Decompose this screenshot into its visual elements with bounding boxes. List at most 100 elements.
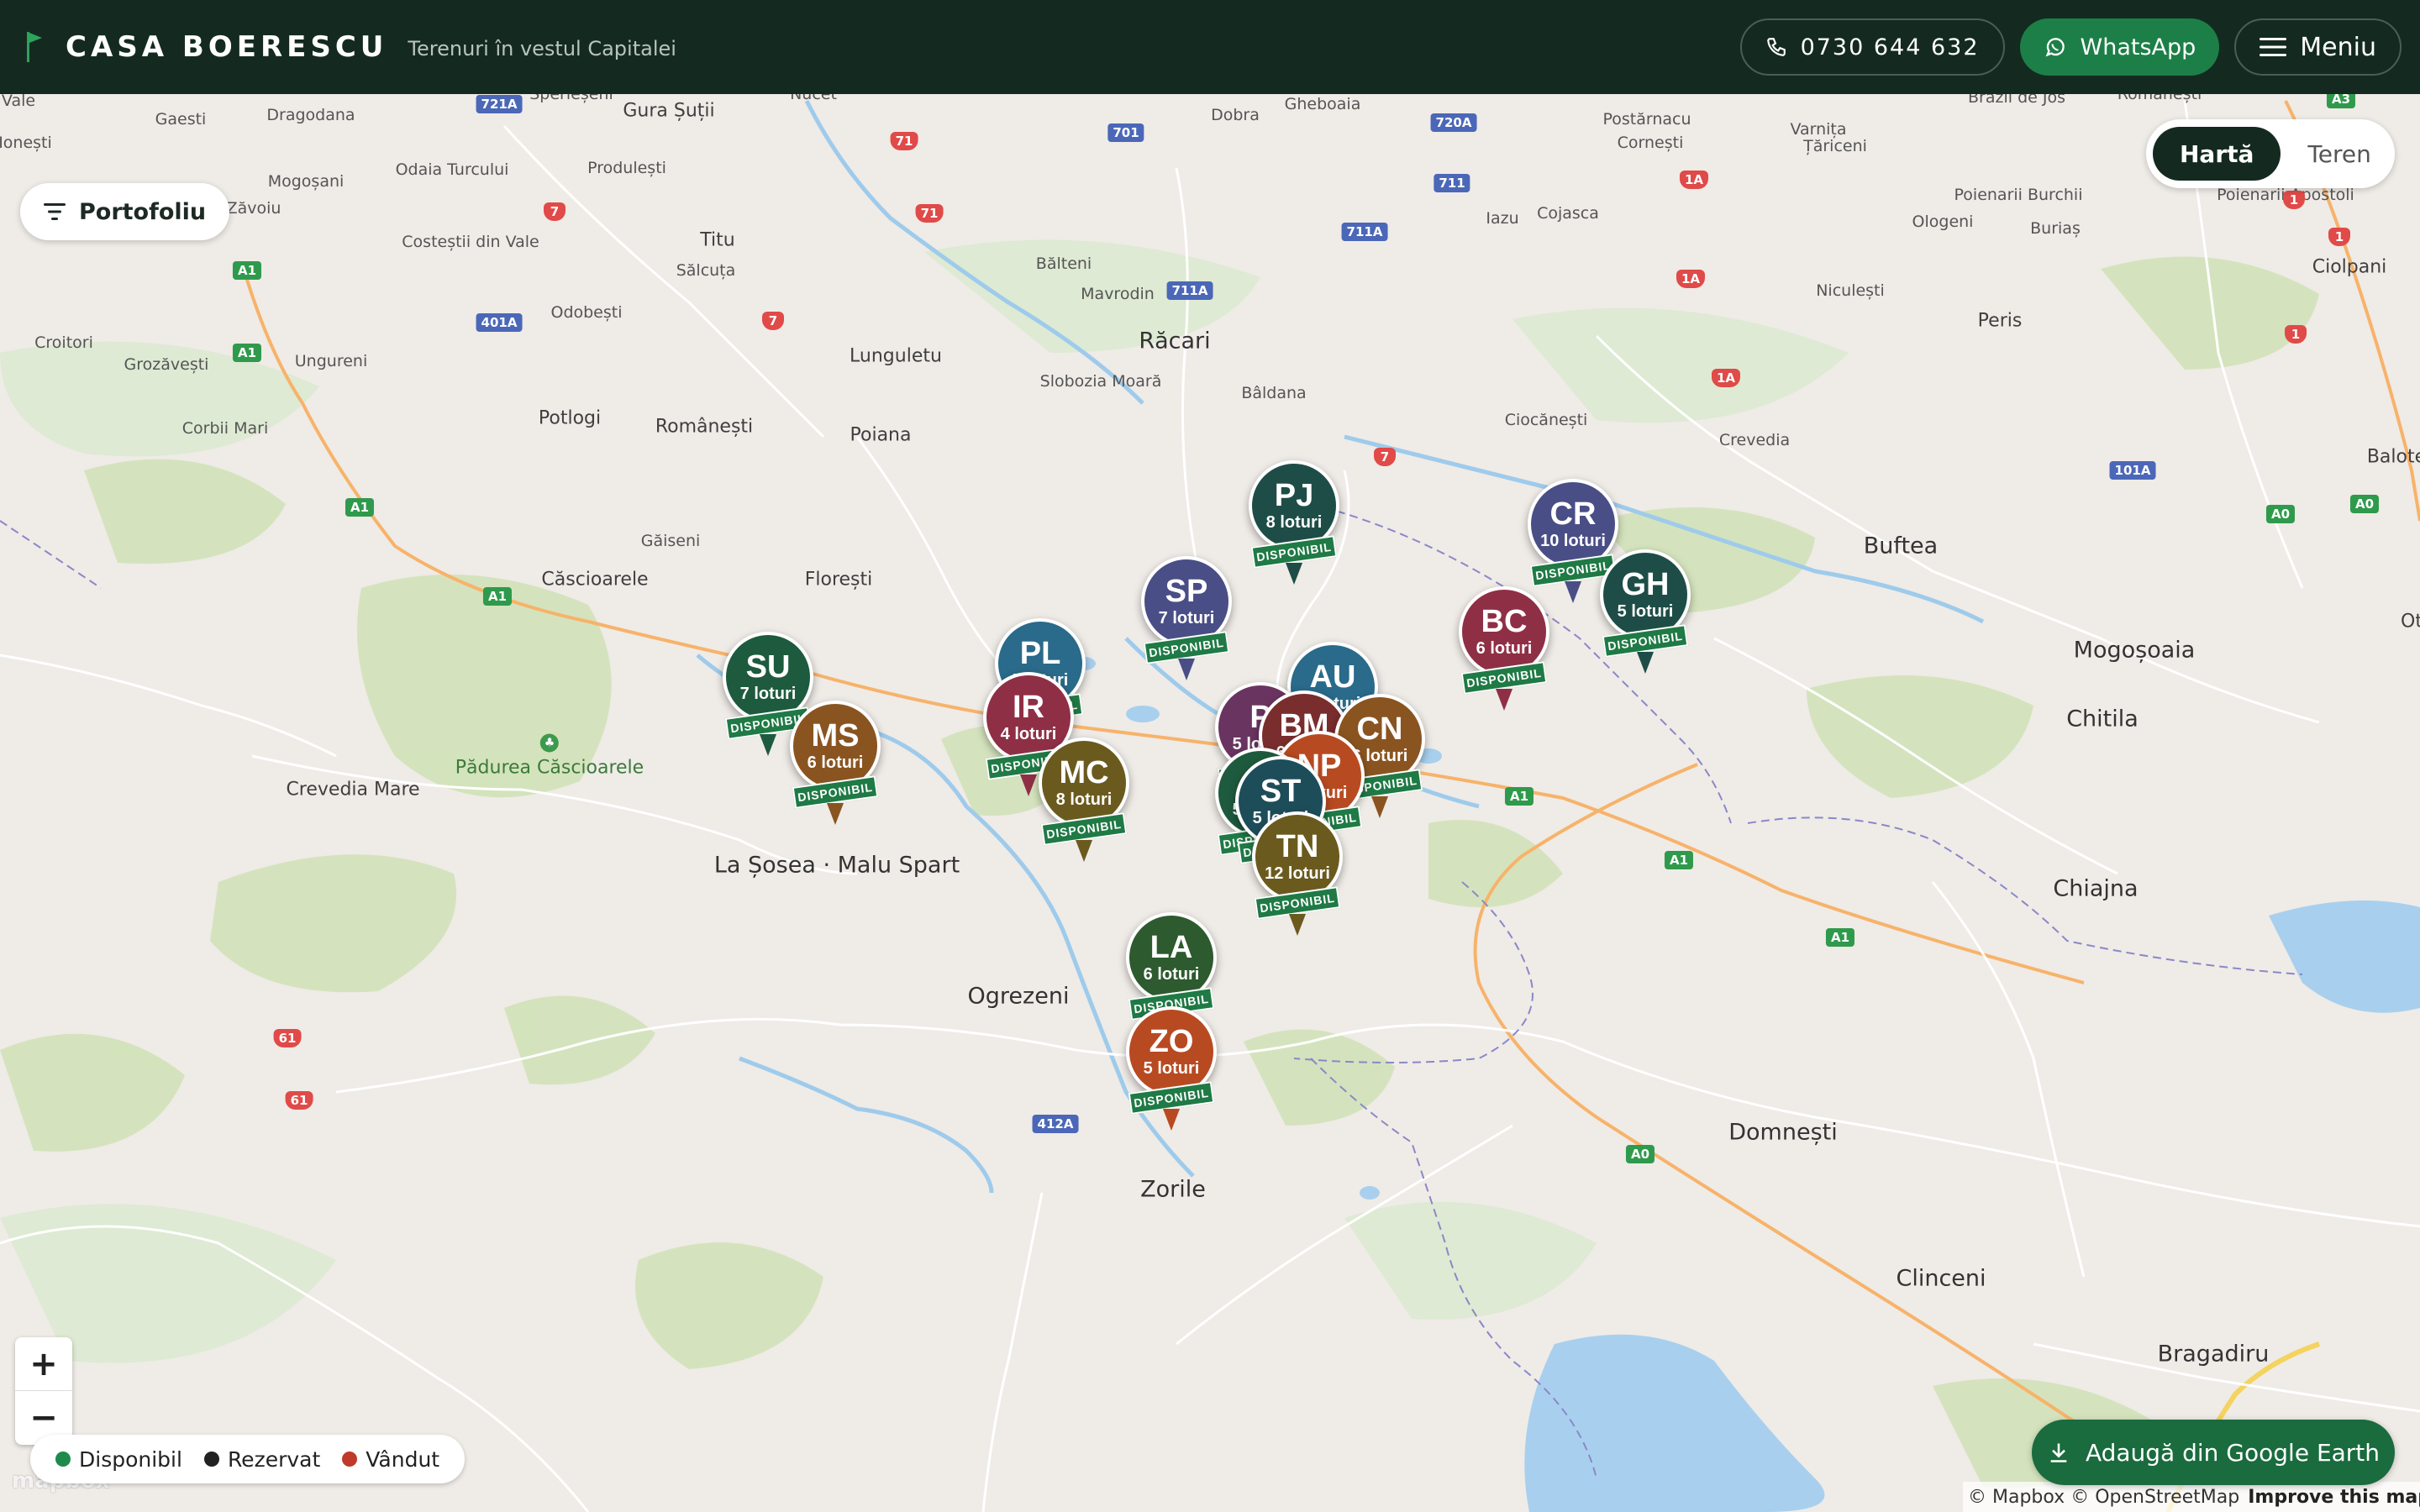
improve-map-link[interactable]: Improve this map <box>2248 1487 2420 1508</box>
osm-attribution[interactable]: © OpenStreetMap <box>2070 1487 2239 1508</box>
place-label: Odaia Turcului <box>395 160 509 179</box>
legend-item-sold: Vândut <box>342 1447 439 1472</box>
marker-code: TN <box>1276 829 1319 864</box>
place-label: Corbii Mari <box>182 419 269 438</box>
portfolio-button[interactable]: Portofoliu <box>20 183 230 240</box>
legend-label-reserved: Rezervat <box>227 1446 321 1472</box>
flag-icon <box>27 32 42 62</box>
brand-tagline: Terenuri în vestul Capitalei <box>408 37 676 60</box>
place-label: Dobra <box>1211 106 1260 124</box>
brand-name[interactable]: CASA BOERESCU <box>66 30 387 64</box>
place-label: Dragodana <box>266 106 355 124</box>
marker-code: AU <box>1309 659 1356 695</box>
lot-marker-tn[interactable]: TN 12 loturi DISPONIBIL <box>1247 811 1348 946</box>
place-label: Domnești <box>1728 1119 1838 1146</box>
legend-dot-available <box>55 1452 71 1467</box>
road-shield: 401A <box>476 313 523 332</box>
place-label: Peris <box>1977 310 2023 332</box>
whatsapp-label: WhatsApp <box>2080 34 2196 60</box>
menu-button[interactable]: Meniu <box>2234 18 2402 76</box>
place-label: Produlești <box>587 159 666 177</box>
road-shield: A1 <box>232 261 262 280</box>
place-label: Clinceni <box>1896 1265 1986 1292</box>
place-label: Chiajna <box>2053 875 2139 902</box>
marker-pin <box>1496 689 1512 711</box>
place-label: Costeștii din Vale <box>402 233 539 251</box>
lot-marker-bc[interactable]: BC 6 loturi DISPONIBIL <box>1454 586 1555 721</box>
marker-code: MS <box>811 718 860 753</box>
map-attribution: © Mapbox © OpenStreetMap Improve this ma… <box>1963 1482 2420 1512</box>
road-shield: 1 <box>2285 325 2307 344</box>
road-shield: 711A <box>1166 281 1213 300</box>
view-toggle[interactable]: Hartă Teren <box>2146 119 2395 188</box>
road-shield: A1 <box>345 498 375 517</box>
place-label: Titu <box>700 229 735 251</box>
place-label: Ologeni <box>1912 213 1974 231</box>
marker-code: ZO <box>1149 1024 1194 1059</box>
place-label: Cornești <box>1617 134 1684 152</box>
place-label: Ogrezeni <box>967 983 1070 1010</box>
road-shield: 701 <box>1107 123 1144 142</box>
place-label: Mogoșoaia <box>2073 637 2196 664</box>
place-label: Răcari <box>1139 328 1211 354</box>
legend-dot-reserved <box>203 1452 219 1467</box>
place-label: Românești <box>655 416 754 438</box>
legend-item-available: Disponibil <box>55 1447 182 1472</box>
place-label: Zorile <box>1140 1176 1206 1203</box>
lot-marker-pj[interactable]: PJ 8 loturi DISPONIBIL <box>1244 460 1344 595</box>
zoom-in-button[interactable]: + <box>15 1337 72 1391</box>
place-label: Gheboaia <box>1284 95 1361 113</box>
road-shield: 721A <box>476 95 523 113</box>
park-icon: ♣ <box>540 733 559 753</box>
place-label: Buriaș <box>2030 219 2081 238</box>
place-label: Ot <box>2401 611 2420 633</box>
road-shield: A1 <box>1504 787 1534 806</box>
view-land-option[interactable]: Teren <box>2281 127 2397 181</box>
place-label: Țăriceni <box>1803 137 1867 155</box>
place-label: Cojasca <box>1537 204 1599 223</box>
lot-marker-ms[interactable]: MS 6 loturi DISPONIBIL <box>785 701 886 835</box>
phone-button[interactable]: 0730 644 632 <box>1739 18 2005 76</box>
road-shield: A1 <box>232 344 262 362</box>
road-shield: 101A <box>2109 461 2156 480</box>
place-label: Sălcuța <box>676 261 736 280</box>
place-label: Ionești <box>0 134 52 152</box>
marker-lots: 12 loturi <box>1265 864 1330 883</box>
marker-lots: 5 loturi <box>1143 1059 1200 1078</box>
map-canvas[interactable]: Vale Gaesti Dragodana Sperieșeni Gura Șuții N… <box>0 94 2420 1512</box>
marker-lots: 6 loturi <box>1476 639 1533 658</box>
road-shield: 1A <box>1676 270 1706 288</box>
mapbox-attribution[interactable]: © Mapbox <box>1968 1487 2065 1508</box>
place-label: Gura Șuții <box>623 100 715 122</box>
place-label: Potlogi <box>538 407 602 429</box>
lot-marker-mc[interactable]: MC 8 loturi DISPONIBIL <box>1034 738 1134 872</box>
place-label: Florești <box>804 569 873 591</box>
place-label: Niculești <box>1816 281 1885 300</box>
place-label: Sperieșeni <box>529 94 613 103</box>
place-label: Iazu <box>1486 209 1519 228</box>
marker-code: MC <box>1059 755 1109 790</box>
road-shield: 7 <box>762 312 784 330</box>
road-shield: 1A <box>1711 369 1741 387</box>
marker-pin <box>1076 840 1092 862</box>
lot-marker-gh[interactable]: GH 5 loturi DISPONIBIL <box>1595 549 1696 684</box>
place-label: Bălteni <box>1035 255 1092 273</box>
place-label: Crevedia Mare <box>286 779 420 801</box>
road-shield: 720A <box>1430 113 1477 132</box>
view-map-option[interactable]: Hartă <box>2153 127 2281 181</box>
add-google-earth-button[interactable]: Adaugă din Google Earth <box>2032 1420 2395 1485</box>
place-label: Găiseni <box>640 532 701 550</box>
legend-dot-sold <box>342 1452 358 1467</box>
lot-marker-zo[interactable]: ZO 5 loturi DISPONIBIL <box>1121 1006 1222 1141</box>
lot-marker-sp[interactable]: SP 7 loturi DISPONIBIL <box>1136 556 1237 690</box>
place-label: Ciocănești <box>1504 411 1588 429</box>
whatsapp-button[interactable]: WhatsApp <box>2019 18 2220 76</box>
place-label: La Șosea · Malu Spart <box>713 852 960 879</box>
road-shield: A0 <box>1625 1145 1655 1163</box>
marker-code: PL <box>1019 636 1061 671</box>
place-label: Varnița <box>1790 120 1847 139</box>
marker-lots: 7 loturi <box>1158 609 1215 627</box>
place-label: Postărnacu <box>1602 110 1691 129</box>
road-shield: 1 <box>2283 191 2305 209</box>
whatsapp-icon <box>2045 38 2065 57</box>
